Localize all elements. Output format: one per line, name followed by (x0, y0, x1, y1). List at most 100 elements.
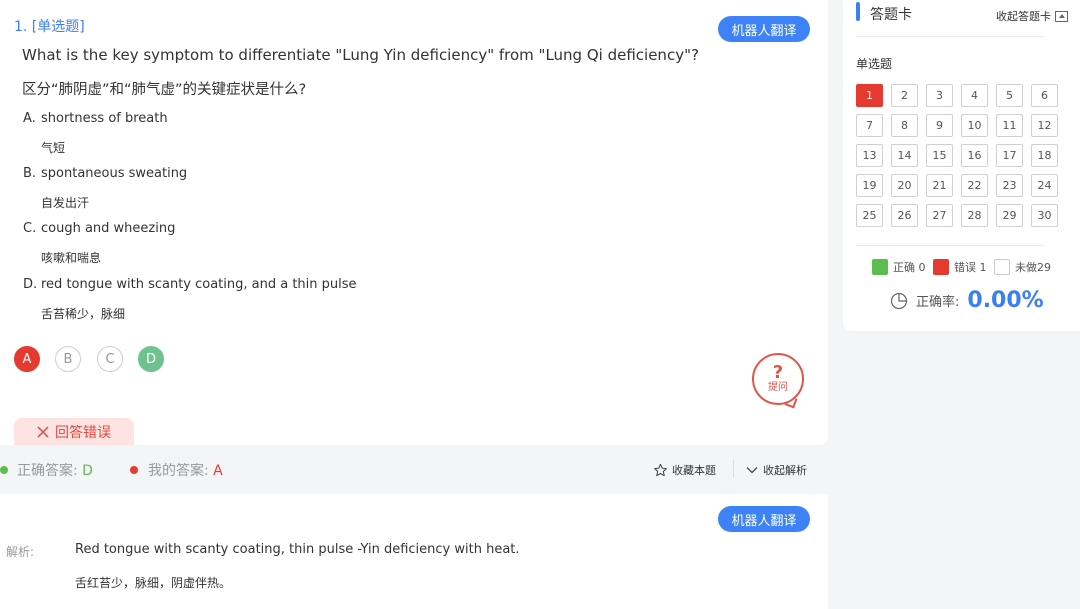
legend-wrong: 错误 1 (933, 259, 987, 275)
question-number-cell[interactable]: 13 (856, 144, 883, 167)
wrong-answer-tag: 回答错误 (14, 418, 134, 445)
question-number-cell[interactable]: 6 (1031, 84, 1058, 107)
accuracy-rate-value: 0.00% (967, 288, 1044, 313)
option-text-en: cough and wheezing (41, 221, 176, 236)
correct-answer-label: 正确答案: (17, 463, 78, 479)
option-text-zh: 自发出汗 (41, 196, 90, 210)
question-number-cell[interactable]: 10 (961, 114, 988, 137)
question-number-cell[interactable]: 9 (926, 114, 953, 137)
ask-question-button[interactable]: ? 提问 (752, 353, 804, 405)
answer-choice-b[interactable]: B (55, 346, 81, 372)
collapse-sheet-button[interactable]: 收起答题卡 (996, 8, 1068, 24)
option-text-zh: 气短 (41, 141, 66, 155)
option-text-en: shortness of breath (41, 111, 168, 126)
answer-sheet-title: 答题卡 (870, 7, 912, 23)
my-answer-label: 我的答案: (148, 463, 209, 479)
question-number-cell[interactable]: 5 (996, 84, 1023, 107)
robot-translate-button-explanation[interactable]: 机器人翻译 (718, 506, 810, 532)
question-number-cell[interactable]: 25 (856, 204, 883, 227)
pie-chart-icon (890, 292, 908, 309)
option-text-zh: 咳嗽和喘息 (41, 251, 102, 265)
question-number-cell[interactable]: 16 (961, 144, 988, 167)
question-text-en: What is the key symptom to differentiate… (22, 46, 699, 64)
wrong-answer-label: 回答错误 (55, 424, 111, 441)
question-text-zh: 区分“肺阴虚”和“肺气虚”的关键症状是什么? (22, 82, 307, 98)
sheet-title-accent (856, 2, 860, 21)
answer-choice-c[interactable]: C (97, 346, 123, 372)
close-icon (37, 425, 49, 438)
question-number-cell[interactable]: 26 (891, 204, 918, 227)
collapse-explanation-button[interactable]: 收起解析 (745, 462, 807, 478)
sheet-section-label: 单选题 (856, 57, 893, 71)
question-number-cell[interactable]: 12 (1031, 114, 1058, 137)
accuracy-rate-label: 正确率: (916, 295, 960, 310)
question-number-cell[interactable]: 24 (1031, 174, 1058, 197)
explanation-text-en: Red tongue with scanty coating, thin pul… (75, 542, 520, 557)
question-number-cell[interactable]: 22 (961, 174, 988, 197)
question-number-cell[interactable]: 2 (891, 84, 918, 107)
legend-correct-swatch (872, 259, 888, 275)
legend-undone-swatch (994, 259, 1010, 275)
option-d: D. red tongue with scanty coating, and a … (23, 277, 357, 292)
question-number-cell[interactable]: 17 (996, 144, 1023, 167)
collapse-sheet-label: 收起答题卡 (996, 10, 1051, 23)
legend-correct-label: 正确 0 (893, 261, 926, 274)
favorite-button[interactable]: 收藏本题 (653, 462, 716, 478)
toolbar-divider (733, 460, 734, 478)
answer-choice-a[interactable]: A (14, 346, 40, 372)
collapse-explanation-label: 收起解析 (763, 464, 807, 477)
answer-choice-d[interactable]: D (138, 346, 164, 372)
chevron-down-icon (746, 467, 758, 474)
option-letter: A. (23, 111, 36, 126)
question-number-cell[interactable]: 7 (856, 114, 883, 137)
question-number-cell[interactable]: 30 (1031, 204, 1058, 227)
legend-wrong-label: 错误 1 (954, 261, 987, 274)
legend-undone-label: 未做29 (1015, 261, 1051, 274)
my-answer: 我的答案: A (148, 460, 223, 480)
option-c: C. cough and wheezing (23, 221, 175, 236)
option-b: B. spontaneous sweating (23, 166, 187, 181)
question-number-cell[interactable]: 19 (856, 174, 883, 197)
question-number-cell[interactable]: 18 (1031, 144, 1058, 167)
question-number-cell[interactable]: 23 (996, 174, 1023, 197)
question-number-cell[interactable]: 15 (926, 144, 953, 167)
robot-translate-button[interactable]: 机器人翻译 (718, 16, 810, 42)
option-text-en: spontaneous sweating (41, 166, 188, 181)
question-number-cell[interactable]: 8 (891, 114, 918, 137)
question-number-cell[interactable]: 3 (926, 84, 953, 107)
legend-wrong-swatch (933, 259, 949, 275)
question-number-cell[interactable]: 29 (996, 204, 1023, 227)
question-number-cell[interactable]: 14 (891, 144, 918, 167)
sheet-divider (856, 36, 1044, 37)
question-number-cell[interactable]: 11 (996, 114, 1023, 137)
option-text-en: red tongue with scanty coating, and a th… (41, 277, 357, 292)
my-answer-value: A (213, 463, 223, 479)
question-type-label: 1. [单选题] (14, 19, 85, 35)
option-a: A. shortness of breath (23, 111, 168, 126)
star-icon (654, 463, 667, 476)
my-answer-dot (130, 466, 138, 474)
question-number-grid: 1 2 3 4 5 6 7 8 9 10 11 12 13 14 15 16 17 18 19 20 21 22 23 24 2… (856, 84, 1060, 227)
sheet-divider (856, 245, 1044, 246)
option-letter: C. (23, 221, 37, 236)
question-number-cell[interactable]: 27 (926, 204, 953, 227)
correct-answer-value: D (82, 463, 93, 479)
explanation-text-zh: 舌红苔少，脉细，阴虚伴热。 (75, 576, 232, 590)
option-letter: B. (23, 166, 37, 181)
question-number-cell[interactable]: 4 (961, 84, 988, 107)
option-text-zh: 舌苔稀少，脉细 (41, 307, 126, 321)
question-number-cell[interactable]: 1 (856, 84, 883, 107)
correct-dot (0, 466, 8, 474)
option-letter: D. (23, 277, 38, 292)
ask-label: 提问 (768, 381, 788, 393)
legend-correct: 正确 0 (872, 259, 926, 275)
question-number-cell[interactable]: 28 (961, 204, 988, 227)
collapse-up-icon (1055, 10, 1068, 22)
help-question-icon: ? (772, 361, 784, 383)
favorite-label: 收藏本题 (672, 464, 716, 477)
question-number-cell[interactable]: 21 (926, 174, 953, 197)
explanation-label: 解析: (6, 545, 35, 559)
question-number-cell[interactable]: 20 (891, 174, 918, 197)
correct-answer: 正确答案: D (17, 460, 93, 480)
accuracy-rate: 正确率: 0.00% (890, 288, 1044, 313)
